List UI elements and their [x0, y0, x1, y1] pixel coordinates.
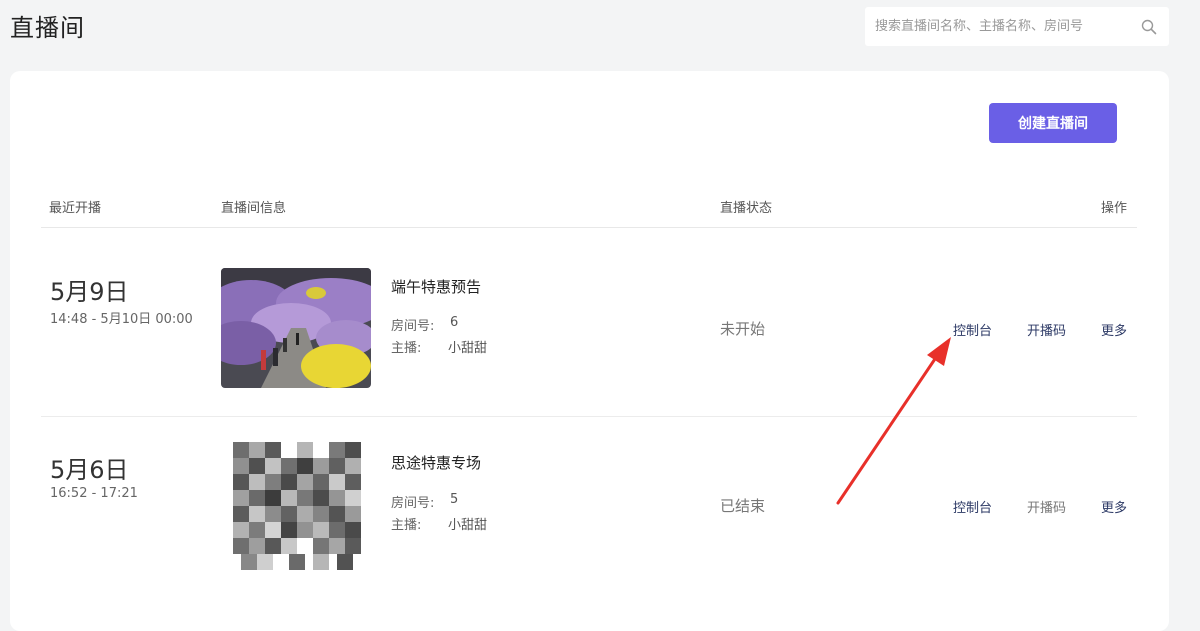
- room-number-value: 5: [450, 492, 459, 507]
- host-label: 主播:: [391, 518, 422, 533]
- row-time-range: 16:52 - 17:21: [50, 486, 138, 501]
- room-cover-image[interactable]: [231, 440, 364, 575]
- table-row: 5月6日 16:52 - 17:21 思途特惠专场 房间号: 5 主播: 小甜甜…: [10, 416, 1169, 594]
- search-box[interactable]: [865, 7, 1169, 46]
- row-time-range: 14:48 - 5月10日 00:00: [50, 312, 193, 327]
- column-header-recent-start: 最近开播: [49, 201, 102, 216]
- column-header-room-info: 直播间信息: [221, 201, 287, 216]
- room-name: 端午特惠预告: [391, 278, 482, 296]
- host-value: 小甜甜: [448, 518, 488, 533]
- room-cover-image[interactable]: [221, 268, 371, 388]
- more-link[interactable]: 更多: [1101, 497, 1127, 516]
- page-title: 直播间: [10, 14, 85, 42]
- room-number-label: 房间号:: [391, 319, 435, 334]
- create-live-room-button[interactable]: 创建直播间: [989, 103, 1117, 143]
- cover-photo: [221, 268, 371, 388]
- search-input[interactable]: [865, 7, 1125, 46]
- table-row: 5月9日 14:48 - 5月10日 00:00 端午特惠预告 房间号: 6 主…: [10, 228, 1169, 417]
- room-name: 思途特惠专场: [391, 454, 482, 472]
- room-number-label: 房间号:: [391, 496, 435, 511]
- console-link[interactable]: 控制台: [953, 497, 992, 516]
- broadcast-code-link[interactable]: 开播码: [1027, 497, 1066, 516]
- row-date: 5月6日: [50, 456, 129, 484]
- pixelated-cover: [231, 440, 364, 575]
- column-header-actions: 操作: [1101, 201, 1128, 216]
- search-icon[interactable]: [1141, 19, 1157, 35]
- host-value: 小甜甜: [448, 341, 488, 356]
- room-number-value: 6: [450, 315, 459, 330]
- row-date: 5月9日: [50, 278, 129, 306]
- broadcast-code-link[interactable]: 开播码: [1027, 320, 1066, 339]
- status-badge: 未开始: [720, 320, 766, 338]
- host-label: 主播:: [391, 341, 422, 356]
- console-link[interactable]: 控制台: [953, 320, 992, 339]
- status-badge: 已结束: [720, 497, 766, 515]
- more-link[interactable]: 更多: [1101, 320, 1127, 339]
- live-room-card: 创建直播间 最近开播 直播间信息 直播状态 操作 5月9日 14:48 - 5月…: [10, 71, 1169, 631]
- column-header-status: 直播状态: [720, 201, 773, 216]
